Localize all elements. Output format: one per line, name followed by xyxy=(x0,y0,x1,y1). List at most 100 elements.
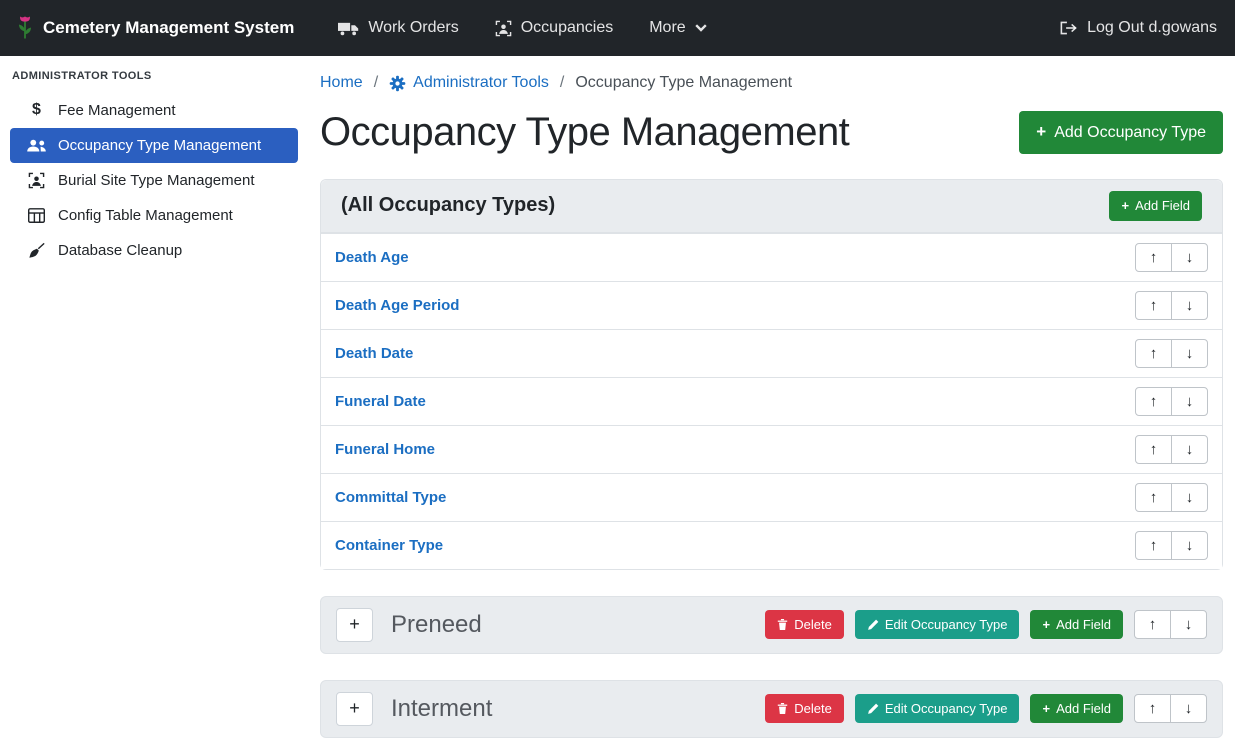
breadcrumb: Home / Administrator Tool xyxy=(320,66,1223,94)
table-icon xyxy=(26,208,47,223)
breadcrumb-admin-tools[interactable]: Administrator Tools xyxy=(389,74,549,92)
field-link[interactable]: Container Type xyxy=(335,537,443,554)
trash-icon xyxy=(777,702,788,715)
move-up-button[interactable]: ↑ xyxy=(1135,339,1172,368)
reorder-group: ↑ ↓ xyxy=(1135,291,1208,320)
reorder-group: ↑ ↓ xyxy=(1134,694,1207,723)
sidebar-item-database-cleanup[interactable]: Database Cleanup xyxy=(10,233,298,268)
delete-button[interactable]: Delete xyxy=(765,610,844,640)
expand-button[interactable]: + xyxy=(336,692,373,726)
reorder-group: ↑ ↓ xyxy=(1135,243,1208,272)
arrow-up-icon: ↑ xyxy=(1150,249,1158,266)
field-link[interactable]: Death Date xyxy=(335,345,413,362)
move-down-button[interactable]: ↓ xyxy=(1171,291,1208,320)
pencil-icon xyxy=(867,619,879,631)
move-down-button[interactable]: ↓ xyxy=(1171,531,1208,560)
app-title: Cemetery Management System xyxy=(43,18,294,38)
add-occupancy-type-button[interactable]: + Add Occupancy Type xyxy=(1019,111,1223,153)
sidebar-item-occupancy-type-management[interactable]: Occupancy Type Management xyxy=(10,128,298,163)
move-down-button[interactable]: ↓ xyxy=(1171,339,1208,368)
edit-occupancy-type-button[interactable]: Edit Occupancy Type xyxy=(855,610,1020,640)
person-box-icon xyxy=(26,172,47,189)
field-link[interactable]: Death Age Period xyxy=(335,297,459,314)
section-interment: + Interment Delete Edit Occupancy Type xyxy=(320,680,1223,738)
pencil-icon xyxy=(867,703,879,715)
breadcrumb-separator: / xyxy=(560,74,564,92)
nav-more[interactable]: More xyxy=(631,11,724,45)
nav-work-orders[interactable]: Work Orders xyxy=(320,11,476,45)
move-down-button[interactable]: ↓ xyxy=(1170,694,1207,723)
arrow-up-icon: ↑ xyxy=(1150,489,1158,506)
move-up-button[interactable]: ↑ xyxy=(1135,291,1172,320)
move-up-button[interactable]: ↑ xyxy=(1135,243,1172,272)
field-row: Committal Type ↑ ↓ xyxy=(321,473,1222,521)
move-up-button[interactable]: ↑ xyxy=(1134,610,1171,639)
edit-occupancy-type-button[interactable]: Edit Occupancy Type xyxy=(855,694,1020,724)
move-down-button[interactable]: ↓ xyxy=(1171,483,1208,512)
sidebar-item-label: Burial Site Type Management xyxy=(58,172,255,189)
card-title: (All Occupancy Types) xyxy=(341,194,555,217)
field-row: Death Age ↑ ↓ xyxy=(321,233,1222,281)
gear-icon xyxy=(389,75,406,92)
move-up-button[interactable]: ↑ xyxy=(1135,531,1172,560)
expand-button[interactable]: + xyxy=(336,608,373,642)
page-title: Occupancy Type Management xyxy=(320,110,849,155)
logout-button[interactable]: Log Out d.gowans xyxy=(1041,11,1219,45)
move-up-button[interactable]: ↑ xyxy=(1135,387,1172,416)
move-up-button[interactable]: ↑ xyxy=(1135,483,1172,512)
sidebar-item-burial-site-type-management[interactable]: Burial Site Type Management xyxy=(10,163,298,198)
section-preneed: + Preneed Delete Edit Occupancy Type xyxy=(320,596,1223,654)
section-actions: Delete Edit Occupancy Type + Add Field ↑… xyxy=(765,694,1207,724)
plus-icon: + xyxy=(1121,198,1129,214)
sidebar-item-config-table-management[interactable]: Config Table Management xyxy=(10,198,298,233)
arrow-up-icon: ↑ xyxy=(1150,345,1158,362)
main-content: Home / Administrator Tool xyxy=(308,56,1235,738)
move-down-button[interactable]: ↓ xyxy=(1171,387,1208,416)
person-box-icon xyxy=(495,20,512,37)
add-field-button[interactable]: + Add Field xyxy=(1030,694,1123,724)
trash-icon xyxy=(777,618,788,631)
arrow-down-icon: ↓ xyxy=(1186,345,1194,362)
dollar-icon: $ xyxy=(26,101,47,119)
nav-occupancies[interactable]: Occupancies xyxy=(477,11,632,45)
plus-icon: + xyxy=(1042,617,1050,633)
breadcrumb-home[interactable]: Home xyxy=(320,74,363,92)
chevron-down-icon xyxy=(695,24,707,32)
delete-button[interactable]: Delete xyxy=(765,694,844,724)
add-field-button[interactable]: + Add Field xyxy=(1030,610,1123,640)
logout-icon xyxy=(1059,20,1078,36)
sidebar-item-label: Config Table Management xyxy=(58,207,233,224)
reorder-group: ↑ ↓ xyxy=(1135,483,1208,512)
field-row: Funeral Date ↑ ↓ xyxy=(321,377,1222,425)
sidebar-item-label: Fee Management xyxy=(58,102,176,119)
sidebar: Administrator Tools $ Fee Management Occ… xyxy=(0,56,308,738)
arrow-down-icon: ↓ xyxy=(1185,700,1193,717)
reorder-group: ↑ ↓ xyxy=(1134,610,1207,639)
top-navbar: Cemetery Management System Work Orders O… xyxy=(0,0,1235,56)
move-up-button[interactable]: ↑ xyxy=(1135,435,1172,464)
move-up-button[interactable]: ↑ xyxy=(1134,694,1171,723)
arrow-down-icon: ↓ xyxy=(1186,537,1194,554)
add-field-button[interactable]: + Add Field xyxy=(1109,191,1202,221)
move-down-button[interactable]: ↓ xyxy=(1170,610,1207,639)
arrow-down-icon: ↓ xyxy=(1186,393,1194,410)
app-brand[interactable]: Cemetery Management System xyxy=(16,15,294,42)
section-title: Interment xyxy=(391,695,492,723)
field-link[interactable]: Funeral Date xyxy=(335,393,426,410)
plus-icon: + xyxy=(1042,701,1050,717)
field-link[interactable]: Death Age xyxy=(335,249,409,266)
field-link[interactable]: Funeral Home xyxy=(335,441,435,458)
move-down-button[interactable]: ↓ xyxy=(1171,243,1208,272)
arrow-up-icon: ↑ xyxy=(1150,297,1158,314)
plus-icon: + xyxy=(349,614,360,635)
broom-icon xyxy=(26,242,47,259)
section-title: Preneed xyxy=(391,611,482,639)
arrow-up-icon: ↑ xyxy=(1150,537,1158,554)
sidebar-item-fee-management[interactable]: $ Fee Management xyxy=(10,92,298,128)
move-down-button[interactable]: ↓ xyxy=(1171,435,1208,464)
field-link[interactable]: Committal Type xyxy=(335,489,446,506)
field-row: Death Date ↑ ↓ xyxy=(321,329,1222,377)
arrow-down-icon: ↓ xyxy=(1185,616,1193,633)
truck-icon xyxy=(338,21,359,36)
page-header: Occupancy Type Management + Add Occupanc… xyxy=(320,110,1223,155)
